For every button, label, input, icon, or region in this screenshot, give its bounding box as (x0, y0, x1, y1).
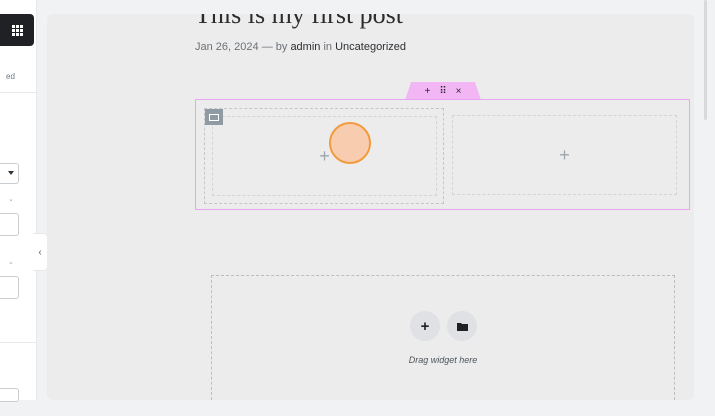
collapse-panel-button[interactable]: ‹ (33, 233, 48, 271)
chevron-down-icon: ⌄ (8, 259, 14, 266)
post-date: Jan 26, 2024 (195, 41, 259, 53)
scrollbar[interactable] (704, 0, 707, 120)
add-widget-plus[interactable]: + (319, 146, 330, 167)
post-title: This is my first post (195, 14, 404, 29)
add-section-button[interactable]: + (424, 86, 430, 97)
meta-by: by (275, 41, 288, 53)
cursor-indicator (329, 122, 371, 164)
input-control[interactable] (0, 276, 19, 299)
chevron-down-icon: ⌄ (8, 196, 14, 203)
add-template-button[interactable] (447, 311, 477, 341)
post-meta: Jan 26, 2024 — by admin in Uncategorized (195, 41, 406, 53)
preview-canvas: This is my first post Jan 26, 2024 — by … (47, 14, 694, 400)
plus-icon: + (420, 317, 430, 335)
right-edge (700, 0, 715, 416)
add-section-button[interactable]: + (410, 311, 440, 341)
select-control[interactable] (0, 388, 19, 402)
post-author-link[interactable]: admin (290, 41, 320, 53)
input-control[interactable] (0, 213, 19, 236)
panel-tab-label[interactable]: ed (6, 72, 15, 81)
column-edit-handle[interactable] (205, 109, 223, 125)
editor-panel: ed ⌄ ⌄ (0, 0, 37, 402)
panel-divider (0, 342, 36, 343)
grid-icon (11, 24, 23, 36)
folder-icon (456, 322, 468, 331)
meta-in: in (323, 41, 333, 53)
widget-dropzone[interactable]: + Drag widget here (211, 275, 675, 400)
empty-column-area[interactable]: + (452, 115, 677, 195)
caret-down-icon (8, 171, 14, 175)
drag-section-handle[interactable]: ⠿ (439, 86, 446, 97)
delete-section-button[interactable]: × (456, 86, 462, 97)
post-category-link[interactable]: Uncategorized (335, 41, 406, 53)
chevron-left-icon: ‹ (38, 246, 42, 258)
widgets-grid-button[interactable] (0, 14, 34, 46)
column-left[interactable]: + (204, 108, 444, 204)
dropzone-hint: Drag widget here (408, 355, 478, 365)
empty-column-area[interactable]: + (212, 116, 437, 196)
select-control[interactable] (0, 163, 19, 184)
panel-divider (0, 92, 36, 93)
meta-separator: — (261, 41, 273, 53)
add-widget-plus[interactable]: + (559, 145, 570, 166)
section[interactable]: + + (195, 99, 690, 210)
column-icon (209, 113, 219, 121)
section-handle: + ⠿ × (405, 82, 481, 100)
